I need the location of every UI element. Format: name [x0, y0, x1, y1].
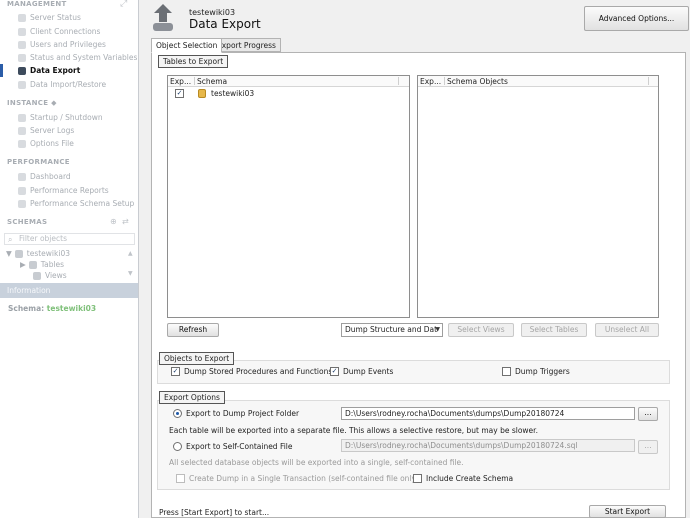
tree-item-tables[interactable]: ▶ Tables — [20, 260, 64, 269]
users-icon — [18, 40, 26, 49]
sidebar-item-server-status[interactable]: Server Status — [18, 11, 81, 24]
browse-file-button[interactable]: ... — [638, 440, 658, 454]
export-status-text: Press [Start Export] to start... — [159, 508, 270, 517]
search-icon: ⌕ — [8, 235, 13, 244]
schema-tree-item[interactable]: ▼ testewiki03 — [6, 249, 70, 258]
server-status-icon — [18, 13, 26, 22]
chevron-down-icon: ▼ — [435, 326, 440, 333]
browse-folder-button[interactable]: ... — [638, 407, 658, 421]
tables-to-export-header: Tables to Export — [158, 55, 229, 68]
export-self-contained-label[interactable]: Export to Self-Contained File — [186, 442, 293, 451]
export-project-folder-radio[interactable] — [173, 409, 182, 418]
include-create-schema-checkbox[interactable] — [413, 474, 422, 483]
schema-setup-icon — [18, 199, 26, 208]
col-schema[interactable]: Schema — [197, 77, 227, 86]
section-instance-header: INSTANCE ◆ — [7, 99, 57, 107]
schema-name[interactable]: testewiki03 — [211, 89, 254, 98]
export-project-folder-label[interactable]: Export to Dump Project Folder — [186, 409, 299, 418]
tab-object-selection[interactable]: Object Selection — [151, 38, 223, 53]
page-title: Data Export — [189, 17, 261, 31]
sidebar-item-startup-shutdown[interactable]: Startup / Shutdown — [18, 111, 103, 124]
schema-export-checkbox[interactable]: ✓ — [175, 89, 184, 98]
schema-list[interactable]: Exp... Schema ✓ testewiki03 — [167, 75, 410, 318]
schema-refresh-icon[interactable]: ⇄ — [122, 217, 129, 226]
single-transaction-checkbox[interactable] — [176, 474, 185, 483]
information-panel-header: Information — [0, 283, 138, 298]
tables-icon — [28, 260, 37, 269]
sidebar-item-status-variables[interactable]: Status and System Variables — [18, 51, 137, 64]
tree-item-views[interactable]: Views — [30, 271, 67, 280]
schema-list-header: Exp... Schema — [168, 76, 409, 87]
sidebar-item-users-privileges[interactable]: Users and Privileges — [18, 38, 106, 51]
dump-mode-select[interactable]: Dump Structure and Dat ▼ — [341, 323, 443, 337]
schema-subtitle: testewiki03 — [189, 8, 236, 17]
refresh-button[interactable]: Refresh — [167, 323, 219, 337]
col-export[interactable]: Exp... — [170, 77, 191, 86]
section-management-header: MANAGEMENT — [7, 0, 67, 8]
sidebar-item-options-file[interactable]: Options File — [18, 137, 74, 150]
sidebar-item-client-connections[interactable]: Client Connections — [18, 25, 100, 38]
dashboard-icon — [18, 172, 26, 181]
dump-triggers-label[interactable]: Dump Triggers — [515, 367, 570, 376]
export-upload-icon — [153, 4, 173, 31]
project-folder-path-input[interactable]: D:\Users\rodney.rocha\Documents\dumps\Du… — [341, 407, 635, 420]
variables-icon — [18, 53, 26, 62]
schema-objects-header: Exp... Schema Objects — [418, 76, 658, 87]
data-import-icon — [18, 80, 26, 89]
collapse-arrow-icon: ▼ — [6, 249, 12, 258]
sidebar-item-dashboard[interactable]: Dashboard — [18, 170, 71, 183]
dump-events-checkbox[interactable]: ✓ — [330, 367, 339, 376]
options-file-icon — [18, 139, 26, 148]
reports-icon — [18, 186, 26, 195]
self-contained-note: All selected database objects will be ex… — [169, 458, 464, 467]
dump-stored-procedures-label[interactable]: Dump Stored Procedures and Functions — [184, 367, 332, 376]
startup-icon — [18, 113, 26, 122]
information-schema: Schema: testewiki03 — [8, 304, 97, 313]
scroll-down-icon[interactable]: ▼ — [128, 270, 133, 277]
sidebar-item-performance-schema-setup[interactable]: Performance Schema Setup — [18, 197, 134, 210]
schema-objects-list[interactable]: Exp... Schema Objects — [417, 75, 659, 318]
advanced-options-button[interactable]: Advanced Options... — [584, 6, 689, 31]
dump-events-label[interactable]: Dump Events — [343, 367, 393, 376]
sidebar-item-data-export[interactable]: Data Export — [0, 64, 138, 77]
schema-options-icon[interactable]: ⊕ — [110, 217, 117, 226]
dump-triggers-checkbox[interactable] — [502, 367, 511, 376]
section-performance-header: PERFORMANCE — [7, 158, 70, 166]
server-logs-icon — [18, 126, 26, 135]
data-export-icon — [18, 66, 26, 75]
expand-icon[interactable]: ⤢ — [120, 0, 127, 9]
unselect-all-button[interactable]: Unselect All — [595, 323, 659, 337]
filter-objects-input[interactable]: ⌕ Filter objects — [4, 233, 135, 245]
col-export-objects[interactable]: Exp... — [420, 77, 441, 86]
sidebar-item-data-import[interactable]: Data Import/Restore — [18, 78, 106, 91]
sidebar-item-server-logs[interactable]: Server Logs — [18, 124, 74, 137]
select-views-button[interactable]: Select Views — [448, 323, 514, 337]
export-self-contained-radio[interactable] — [173, 442, 182, 451]
client-connections-icon — [18, 27, 26, 36]
include-create-schema-label[interactable]: Include Create Schema — [426, 474, 513, 483]
single-transaction-label[interactable]: Create Dump in a Single Transaction (sel… — [189, 474, 419, 483]
database-icon — [14, 249, 23, 258]
section-schemas-header: SCHEMAS — [7, 218, 48, 226]
data-export-view: testewiki03 Data Export Advanced Options… — [140, 0, 690, 518]
scroll-up-icon[interactable]: ▲ — [128, 250, 133, 257]
sidebar-item-performance-reports[interactable]: Performance Reports — [18, 184, 109, 197]
navigator-sidebar: MANAGEMENT ⤢ Server Status Client Connec… — [0, 0, 139, 518]
expand-arrow-icon: ▶ — [20, 260, 26, 269]
dump-stored-procedures-checkbox[interactable]: ✓ — [171, 367, 180, 376]
select-tables-button[interactable]: Select Tables — [521, 323, 587, 337]
database-icon — [198, 89, 206, 98]
export-options-header: Export Options — [159, 391, 225, 404]
views-icon — [33, 271, 41, 280]
start-export-button[interactable]: Start Export — [589, 505, 666, 518]
self-contained-path-input[interactable]: D:\Users\rodney.rocha\Documents\dumps\Du… — [341, 439, 635, 452]
col-schema-objects[interactable]: Schema Objects — [447, 77, 508, 86]
project-folder-note: Each table will be exported into a separ… — [169, 426, 538, 435]
instance-logo-icon: ◆ — [51, 99, 57, 107]
objects-to-export-header: Objects to Export — [159, 352, 235, 365]
